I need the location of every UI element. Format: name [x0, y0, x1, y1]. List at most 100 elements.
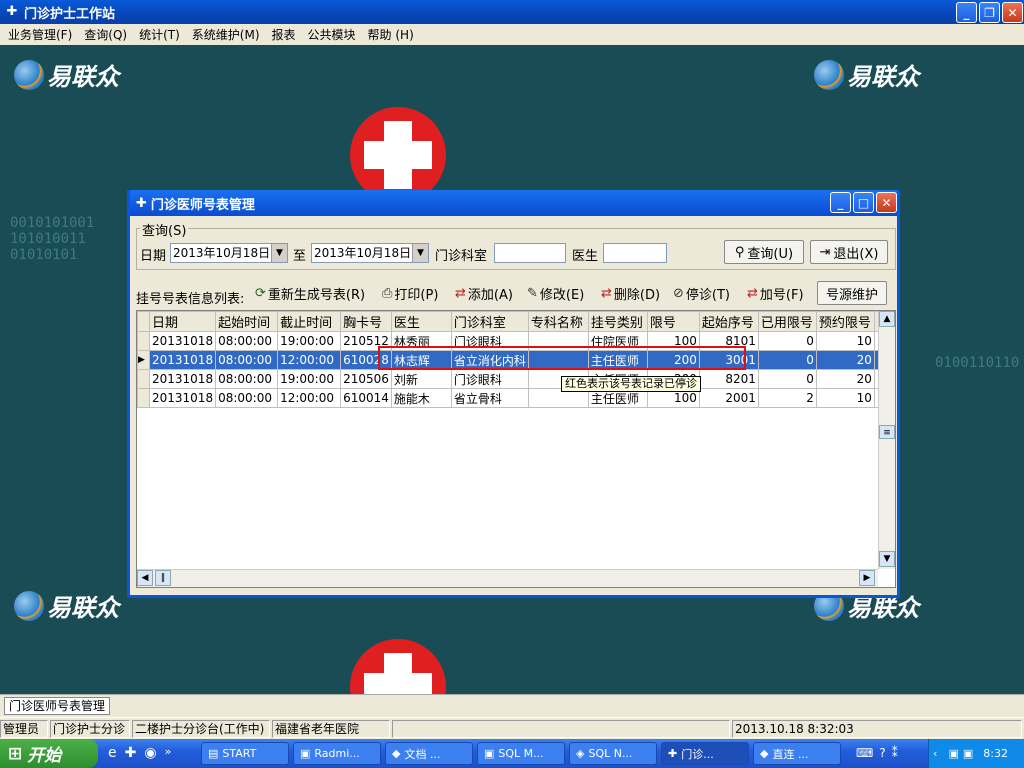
restore-button[interactable]: ❐: [979, 2, 1000, 23]
cell-used: 0: [757, 369, 817, 389]
column-header[interactable]: 日期: [148, 311, 217, 332]
column-header[interactable]: 起始时间: [215, 311, 279, 332]
vertical-scrollbar[interactable]: ▲ ≡ ▼: [878, 311, 895, 569]
add-number-icon: ⇄: [747, 285, 758, 301]
column-header[interactable]: 胸卡号: [340, 311, 392, 332]
network-icon[interactable]: ▣: [963, 747, 973, 760]
task-start[interactable]: ▤ START: [201, 742, 289, 765]
scroll-down-icon[interactable]: ▼: [879, 551, 895, 567]
cell-end-time: 12:00:00: [277, 350, 342, 370]
regenerate-button[interactable]: ⟳ 重新生成号表(R): [252, 282, 368, 304]
dept-label: 门诊科室: [435, 249, 488, 264]
keyboard-icon[interactable]: ⌨: [856, 746, 873, 760]
exit-button[interactable]: ⇥ 退出(X): [810, 240, 888, 264]
app-quicklaunch-icon[interactable]: ✚: [125, 745, 137, 761]
date-to-value: 2013年10月18日: [314, 246, 412, 260]
date-from-picker[interactable]: 2013年10月18日 ▼: [170, 243, 288, 263]
scroll-left-icon[interactable]: ◀: [137, 570, 153, 586]
suspend-button[interactable]: ⊘ 停诊(T): [670, 282, 733, 304]
scroll-up-icon[interactable]: ▲: [879, 311, 895, 327]
cell-doctor: 施能木: [390, 388, 452, 408]
cell-start-seq: 8201: [698, 369, 759, 389]
cell-dept: 省立骨科: [450, 388, 529, 408]
table-row[interactable]: 20131018 08:00:00 12:00:00 610014 施能木 省立…: [137, 388, 893, 408]
binoculars-icon: ⚲: [734, 244, 745, 260]
brand-logo: 易联众: [14, 588, 119, 623]
red-cross-icon: [350, 107, 446, 203]
windows-taskbar: ⊞ 开始 e ✚ ◉ » ▤ START ▣ Radmi... ◆ 文档 ... ▣ SQ…: [0, 739, 1024, 768]
doctor-input[interactable]: [603, 243, 667, 263]
column-header[interactable]: 专科名称: [527, 311, 589, 332]
menu-common[interactable]: 公共模块: [302, 26, 362, 43]
menu-stats[interactable]: 统计(T): [133, 26, 186, 43]
task-sql-m[interactable]: ▣ SQL M...: [477, 742, 565, 765]
status-datetime: 2013.10.18 8:32:03: [732, 720, 1022, 738]
scroll-thumb[interactable]: ≡: [879, 425, 895, 439]
task-direct[interactable]: ◆ 直连 ...: [753, 742, 841, 765]
menu-query[interactable]: 查询(Q): [78, 26, 133, 43]
chevron-down-icon[interactable]: ▼: [412, 244, 428, 262]
language-icon[interactable]: ⁑: [892, 746, 898, 760]
add-button[interactable]: ⇄ 添加(A): [452, 282, 516, 304]
horizontal-scrollbar[interactable]: ◀ ‖ ▶: [137, 569, 878, 587]
app-icon: ✚: [668, 747, 678, 760]
cell-reserved: 20: [815, 350, 875, 370]
task-radmin[interactable]: ▣ Radmi...: [293, 742, 381, 765]
app-titlebar: ✚ 门诊护士工作站 _ ❐ ✕: [0, 0, 1024, 24]
dialog-close-button[interactable]: ✕: [876, 192, 897, 213]
network-icon[interactable]: ▣: [948, 747, 958, 760]
task-clinic-app[interactable]: ✚ 门诊...: [661, 742, 749, 765]
column-header[interactable]: 医生: [390, 311, 452, 332]
menu-business[interactable]: 业务管理(F): [2, 26, 78, 43]
browser-icon[interactable]: ◉: [144, 745, 156, 761]
edit-button[interactable]: ✎ 修改(E): [524, 282, 587, 304]
help-icon[interactable]: ?: [879, 746, 885, 760]
query-button[interactable]: ⚲ 查询(U): [724, 240, 804, 264]
brand-logo: 易联众: [814, 57, 919, 92]
minimize-button[interactable]: _: [956, 2, 977, 23]
ie-icon[interactable]: e: [108, 745, 117, 761]
menu-help[interactable]: 帮助 (H): [362, 26, 420, 43]
menu-system[interactable]: 系统维护(M): [186, 26, 266, 43]
taskbar-extras: ⌨ ? ⁑: [856, 746, 898, 760]
cell-used: 0: [757, 331, 817, 351]
more-chevron-icon[interactable]: »: [165, 745, 172, 761]
column-header[interactable]: 截止时间: [277, 311, 342, 332]
list-label: 挂号号表信息列表:: [136, 292, 245, 307]
cell-end-time: 12:00:00: [277, 388, 342, 408]
menu-reports[interactable]: 报表: [266, 26, 302, 43]
mdi-tab[interactable]: 门诊医师号表管理: [4, 697, 111, 715]
status-hospital: 福建省老年医院: [272, 720, 390, 738]
column-header[interactable]: 限号: [646, 311, 700, 332]
extra-number-button[interactable]: ⇄ 加号(F): [744, 282, 807, 304]
status-station: 门诊护士分诊: [50, 720, 130, 738]
date-to-picker[interactable]: 2013年10月18日 ▼: [311, 243, 429, 263]
radmin-icon: ▣: [300, 747, 311, 760]
cell-start-seq: 2001: [698, 388, 759, 408]
column-header[interactable]: 起始序号: [698, 311, 759, 332]
tray-expand-icon[interactable]: ‹: [929, 747, 937, 760]
windows-logo-icon: ⊞: [8, 743, 23, 764]
column-header[interactable]: 挂号类别: [587, 311, 648, 332]
dept-input[interactable]: [494, 243, 566, 263]
sql-icon: ▣: [484, 747, 495, 760]
column-header[interactable]: 门诊科室: [450, 311, 529, 332]
scroll-right-icon[interactable]: ▶: [859, 570, 875, 586]
start-button[interactable]: ⊞ 开始: [0, 739, 98, 768]
chevron-down-icon[interactable]: ▼: [271, 244, 287, 262]
dialog-minimize-button[interactable]: _: [830, 192, 851, 213]
source-maintain-button[interactable]: 号源维护: [817, 281, 887, 305]
column-header[interactable]: 预约限号: [815, 311, 875, 332]
folder-icon: ▤: [208, 747, 219, 760]
close-button[interactable]: ✕: [1002, 2, 1023, 23]
task-docs[interactable]: ◆ 文档 ...: [385, 742, 473, 765]
dialog-maximize-button[interactable]: □: [853, 192, 874, 213]
delete-button[interactable]: ⇄ 删除(D): [598, 282, 663, 304]
print-button[interactable]: ⎙ 打印(P): [379, 282, 441, 304]
task-sql-n[interactable]: ◈ SQL N...: [569, 742, 657, 765]
cell-badge-no: 210506: [340, 369, 392, 389]
column-header[interactable]: 已用限号: [757, 311, 817, 332]
cell-start-time: 08:00:00: [215, 350, 279, 370]
table-row[interactable]: 20131018 08:00:00 19:00:00 210506 刘新 门诊眼…: [137, 369, 893, 389]
scroll-thumb[interactable]: ‖: [155, 570, 171, 586]
